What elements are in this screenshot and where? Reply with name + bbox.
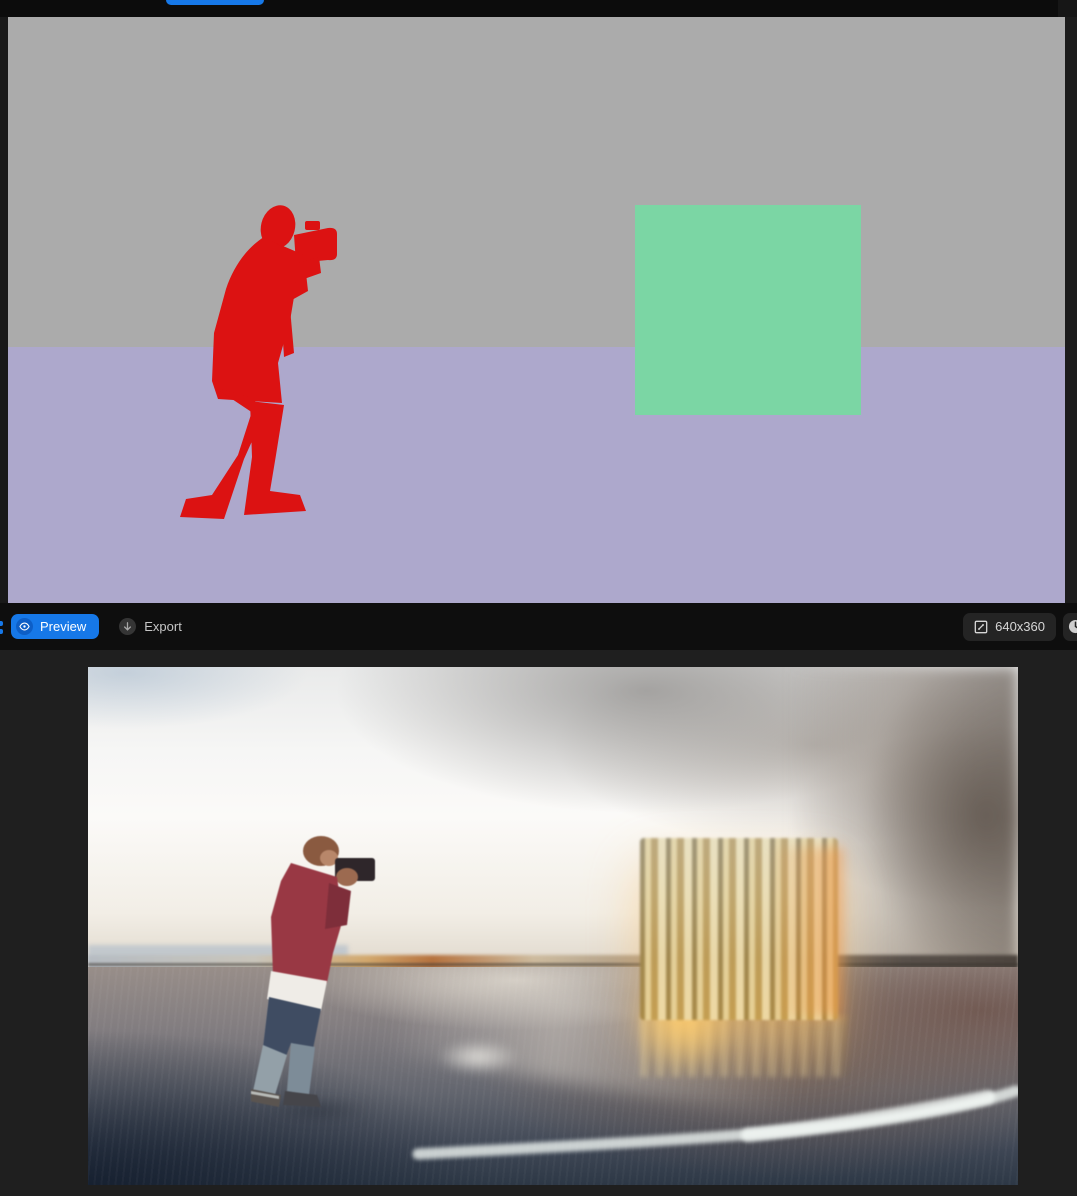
export-button-label: Export xyxy=(144,619,182,634)
segmentation-canvas[interactable] xyxy=(8,17,1065,603)
dimensions-value: 640x360 xyxy=(995,619,1045,634)
canvas-gutter-right xyxy=(1065,17,1077,603)
download-icon xyxy=(119,618,137,635)
resize-icon xyxy=(974,620,988,634)
partial-top-button[interactable] xyxy=(166,0,264,5)
canvas-row xyxy=(0,17,1077,603)
building-segment[interactable] xyxy=(635,205,861,415)
generated-preview-image xyxy=(88,667,1018,1185)
top-bar xyxy=(0,0,1077,17)
canvas-gutter-left xyxy=(0,17,8,603)
toolbar: Preview Export 640x360 xyxy=(0,603,1077,650)
output-area xyxy=(0,650,1077,1196)
sky-segment[interactable] xyxy=(8,17,1065,347)
history-button[interactable] xyxy=(1063,612,1077,641)
export-button[interactable]: Export xyxy=(119,614,182,639)
generated-road-marking xyxy=(412,1085,1018,1160)
top-bar-right-panel xyxy=(1058,0,1077,17)
preview-button[interactable]: Preview xyxy=(11,614,100,639)
ground-segment[interactable] xyxy=(8,347,1065,603)
photographer-silhouette-segment[interactable] xyxy=(178,203,340,521)
preview-button-label: Preview xyxy=(40,619,87,634)
clock-icon xyxy=(1068,619,1077,634)
eye-icon xyxy=(16,618,33,635)
generated-photographer xyxy=(251,836,375,1107)
app-window: Preview Export 640x360 xyxy=(0,0,1077,1196)
clipped-left-icon[interactable] xyxy=(0,621,3,637)
photographer-silhouette-shape xyxy=(180,205,337,519)
dimensions-badge[interactable]: 640x360 xyxy=(963,612,1056,641)
